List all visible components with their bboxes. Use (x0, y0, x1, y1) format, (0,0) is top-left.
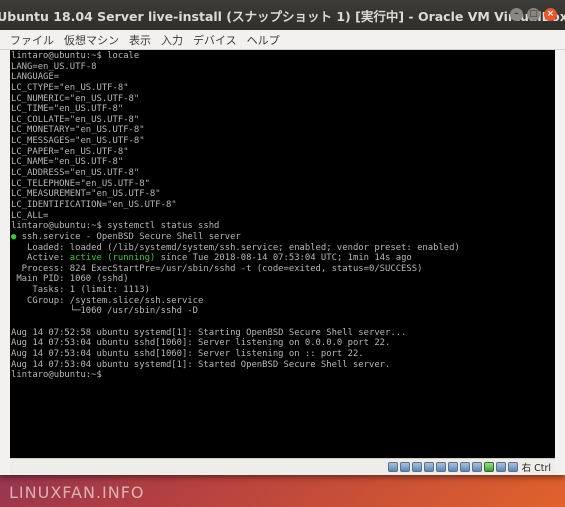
active-rest: since Tue 2018-08-14 07:53:04 UTC; 1min … (155, 253, 412, 264)
terminal-line: Aug 14 07:53:04 ubuntu sshd[1060]: Serve… (11, 338, 391, 349)
terminal-line: Process: 824 ExecStartPre=/usr/sbin/sshd… (11, 263, 423, 274)
terminal-line: LANG=en_US.UTF-8 (11, 61, 97, 72)
terminal-line: LC_CTYPE="en_US.UTF-8" (11, 82, 129, 93)
terminal-line: LC_ALL= (11, 210, 49, 221)
terminal-line: Tasks: 1 (limit: 1113) (11, 285, 150, 296)
terminal-line: LC_MONETARY="en_US.UTF-8" (11, 125, 145, 136)
menu-machine[interactable]: 仮想マシン (64, 32, 119, 48)
active-status: active (running) (69, 253, 156, 264)
window-title: Ubuntu 18.04 Server live-install (スナップショ… (0, 8, 565, 24)
terminal-line: LC_MESSAGES="en_US.UTF-8" (11, 136, 145, 147)
terminal-line: Aug 14 07:52:58 ubuntu systemd[1]: Start… (11, 327, 407, 338)
menu-file[interactable]: ファイル (10, 32, 54, 48)
menu-input[interactable]: 入力 (161, 32, 183, 48)
status-bar: 右 Ctrl (10, 458, 555, 475)
mouse-integration-icon[interactable] (483, 462, 494, 472)
terminal-line: Aug 14 07:53:04 ubuntu sshd[1060]: Serve… (11, 348, 364, 359)
hard-disk-icon[interactable] (387, 462, 398, 472)
minimize-button[interactable]: – (510, 8, 523, 21)
maximize-button[interactable]: □ (527, 8, 540, 21)
terminal-line: LANGUAGE= (11, 72, 60, 83)
menu-bar: ファイル 仮想マシン 表示 入力 デバイス ヘルプ (0, 30, 565, 50)
terminal-line: lintaro@ubuntu:~$ locale (11, 51, 140, 61)
terminal-line: Aug 14 07:53:04 ubuntu systemd[1]: Start… (11, 359, 391, 370)
terminal-line: LC_PAPER="en_US.UTF-8" (11, 146, 129, 157)
shared-folder-icon[interactable] (447, 462, 458, 472)
terminal-line: LC_TELEPHONE="en_US.UTF-8" (11, 178, 150, 189)
display-icon[interactable] (459, 462, 470, 472)
network-icon[interactable] (423, 462, 434, 472)
terminal-line: CGroup: /system.slice/ssh.service (11, 295, 204, 306)
terminal-line: ● ssh.service - OpenBSD Secure Shell ser… (11, 232, 555, 243)
host-key-label: 右 Ctrl (521, 463, 551, 474)
window-controls: – □ × (510, 8, 557, 21)
optical-drive-icon[interactable] (399, 462, 410, 472)
terminal-line: LC_ADDRESS="en_US.UTF-8" (11, 168, 140, 179)
recording-icon[interactable] (471, 462, 482, 472)
terminal-line: Main PID: 1060 (sshd) (11, 274, 129, 285)
terminal-line: LC_MEASUREMENT="en_US.UTF-8" (11, 189, 161, 200)
service-name-line: ssh.service - OpenBSD Secure Shell serve… (21, 231, 241, 242)
terminal-line: LC_NUMERIC="en_US.UTF-8" (11, 93, 140, 104)
terminal-line: LC_NAME="en_US.UTF-8" (11, 157, 124, 168)
terminal-line: └─1060 /usr/sbin/sshd -D (11, 306, 199, 317)
menu-devices[interactable]: デバイス (193, 32, 237, 48)
virtualbox-window: Ubuntu 18.04 Server live-install (スナップショ… (0, 0, 565, 475)
terminal-line: LC_IDENTIFICATION="en_US.UTF-8" (11, 199, 177, 210)
terminal-line: Loaded: loaded (/lib/systemd/system/ssh.… (11, 242, 460, 253)
menu-help[interactable]: ヘルプ (247, 32, 280, 48)
menu-view[interactable]: 表示 (129, 32, 151, 48)
keyboard-icon[interactable] (495, 462, 506, 472)
terminal-screen[interactable]: lintaro@ubuntu:~$ locale LANG=en_US.UTF-… (10, 50, 555, 458)
title-bar[interactable]: Ubuntu 18.04 Server live-install (スナップショ… (0, 0, 565, 30)
terminal-line: LC_TIME="en_US.UTF-8" (11, 104, 124, 115)
terminal-line: lintaro@ubuntu:~$ systemctl status sshd (11, 221, 220, 232)
site-watermark: LINUXFAN.INFO (9, 483, 145, 502)
terminal-line: Active: active (running) since Tue 2018-… (11, 253, 555, 264)
close-button[interactable]: × (544, 8, 557, 21)
terminal-prompt-line: lintaro@ubuntu:~$ (11, 370, 108, 381)
active-label: Active: (11, 253, 70, 264)
audio-icon[interactable] (411, 462, 422, 472)
usb-icon[interactable] (435, 462, 446, 472)
status-bullet-icon: ● (11, 231, 17, 242)
terminal-line: LC_COLLATE="en_US.UTF-8" (11, 114, 140, 125)
status-icon[interactable] (507, 462, 518, 472)
